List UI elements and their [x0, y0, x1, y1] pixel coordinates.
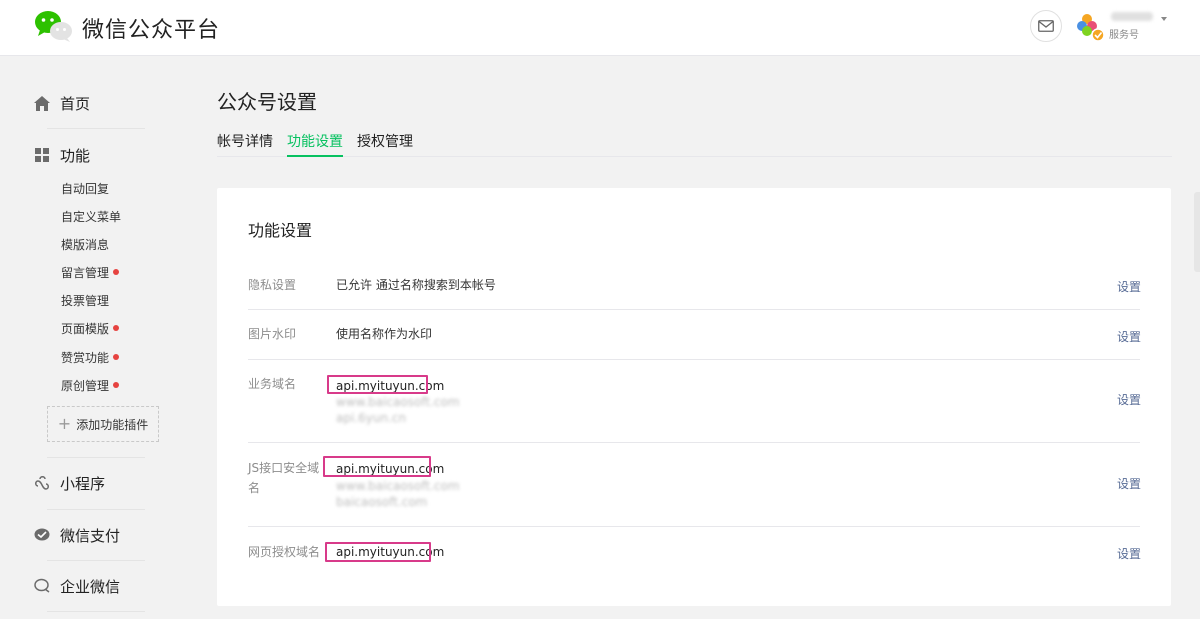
sidebar-item-label: 企业微信	[60, 577, 121, 596]
tab-account-details[interactable]: 帐号详情	[217, 131, 273, 157]
js-api-domain-label: JS接口安全域名	[248, 461, 320, 495]
sidebar-subitem-comment-management[interactable]: 留言管理	[61, 263, 120, 281]
new-badge-dot	[113, 382, 120, 388]
sidebar-subitem-reward[interactable]: 赞赏功能	[61, 348, 120, 366]
account-type-label: 服务号	[1109, 30, 1139, 41]
sidebar-subitem-label: 留言管理	[61, 265, 110, 280]
top-bar: 微信公众平台 服务号	[0, 0, 1200, 56]
add-plugin-label: 添加功能插件	[76, 417, 149, 432]
sidebar-subitem-original-management[interactable]: 原创管理	[61, 376, 120, 394]
js-api-domain-secondary: www.baicaosoft.com	[336, 479, 460, 493]
divider	[248, 309, 1140, 310]
sidebar-subitem-label: 页面模版	[61, 321, 110, 336]
privacy-setting-value: 已允许 通过名称搜索到本帐号	[336, 278, 496, 292]
watermark-setting-button[interactable]: 设置	[1117, 328, 1141, 345]
watermark-value: 使用名称作为水印	[336, 327, 433, 341]
wechat-logo-icon[interactable]	[33, 8, 75, 44]
grid-icon	[33, 146, 51, 164]
sidebar-item-label: 微信支付	[60, 526, 121, 545]
enterprise-wechat-icon	[33, 577, 51, 595]
tab-authorization-management[interactable]: 授权管理	[357, 131, 413, 157]
js-api-domain-tertiary: baicaosoft.com	[336, 495, 428, 509]
sidebar-subitem-label: 原创管理	[61, 378, 110, 393]
wechat-pay-icon	[33, 526, 51, 544]
sidebar-item-label: 小程序	[60, 474, 106, 493]
panel-title: 功能设置	[248, 221, 313, 240]
divider	[248, 526, 1140, 527]
add-plugin-button[interactable]: + 添加功能插件	[47, 406, 159, 442]
account-avatar-icon	[1075, 12, 1105, 42]
mini-program-icon	[33, 474, 51, 492]
sidebar-subitem-page-template[interactable]: 页面模版	[61, 319, 120, 337]
watermark-label: 图片水印	[248, 327, 297, 341]
tab-feature-settings[interactable]: 功能设置	[287, 131, 343, 157]
account-menu[interactable]: 服务号	[1075, 10, 1175, 42]
sidebar-subitem-vote-management[interactable]: 投票管理	[61, 291, 109, 309]
highlight-box	[323, 456, 431, 477]
business-domain-label: 业务域名	[248, 377, 297, 391]
sidebar-subitem-auto-reply[interactable]: 自动回复	[61, 179, 109, 197]
mail-icon	[1038, 17, 1054, 36]
sidebar-item-features[interactable]: 功能	[33, 140, 145, 170]
scrollbar[interactable]	[1194, 192, 1200, 272]
sidebar-item-label: 功能	[60, 146, 91, 165]
divider	[248, 442, 1140, 443]
business-domain-secondary: www.baicaosoft.com	[336, 395, 460, 409]
highlight-box	[325, 542, 431, 562]
oauth-domain-label: 网页授权域名	[248, 545, 321, 559]
message-button[interactable]	[1030, 10, 1062, 42]
sidebar-subitem-label: 自定义菜单	[61, 209, 122, 224]
divider	[248, 359, 1140, 360]
divider	[47, 509, 145, 510]
sidebar-subitem-label: 投票管理	[61, 293, 110, 308]
divider	[47, 128, 145, 129]
privacy-setting-label: 隐私设置	[248, 278, 297, 292]
sidebar-item-label: 首页	[60, 94, 91, 113]
sidebar-item-home[interactable]: 首页	[33, 88, 145, 118]
divider	[47, 560, 145, 561]
sidebar-subitem-custom-menu[interactable]: 自定义菜单	[61, 207, 121, 225]
feature-settings-panel: 功能设置 隐私设置 已允许 通过名称搜索到本帐号 设置 图片水印 使用名称作为水…	[217, 188, 1171, 606]
oauth-domain-setting-button[interactable]: 设置	[1117, 545, 1141, 562]
plus-icon: +	[57, 414, 72, 433]
new-badge-dot	[113, 354, 120, 360]
divider	[47, 457, 145, 458]
new-badge-dot	[113, 325, 120, 331]
account-name	[1111, 12, 1153, 21]
home-icon	[33, 94, 51, 112]
divider	[47, 611, 145, 612]
sidebar: 首页 功能 自动回复 自定义菜单 模版消息 留言管理 投票管理 页面模版 赞赏功…	[0, 56, 200, 619]
privacy-setting-button[interactable]: 设置	[1117, 278, 1141, 295]
page-title: 公众号设置	[217, 90, 317, 114]
sidebar-subitem-label: 模版消息	[61, 237, 110, 252]
sidebar-subitem-label: 赞赏功能	[61, 350, 110, 365]
sidebar-item-wechat-pay[interactable]: 微信支付	[33, 520, 145, 550]
brand-title[interactable]: 微信公众平台	[82, 12, 220, 44]
business-domain-tertiary: api.6yun.cn	[336, 411, 407, 425]
js-api-domain-setting-button[interactable]: 设置	[1117, 475, 1141, 492]
new-badge-dot	[113, 269, 120, 275]
highlight-box	[327, 375, 428, 394]
sidebar-subitem-label: 自动回复	[61, 181, 110, 196]
sidebar-item-mini-program[interactable]: 小程序	[33, 468, 145, 498]
chevron-down-icon[interactable]	[1161, 17, 1167, 21]
sidebar-item-enterprise-wechat[interactable]: 企业微信	[33, 571, 145, 601]
settings-tabs: 帐号详情 功能设置 授权管理	[217, 124, 1172, 157]
sidebar-subitem-template-message[interactable]: 模版消息	[61, 235, 109, 253]
business-domain-setting-button[interactable]: 设置	[1117, 391, 1141, 408]
